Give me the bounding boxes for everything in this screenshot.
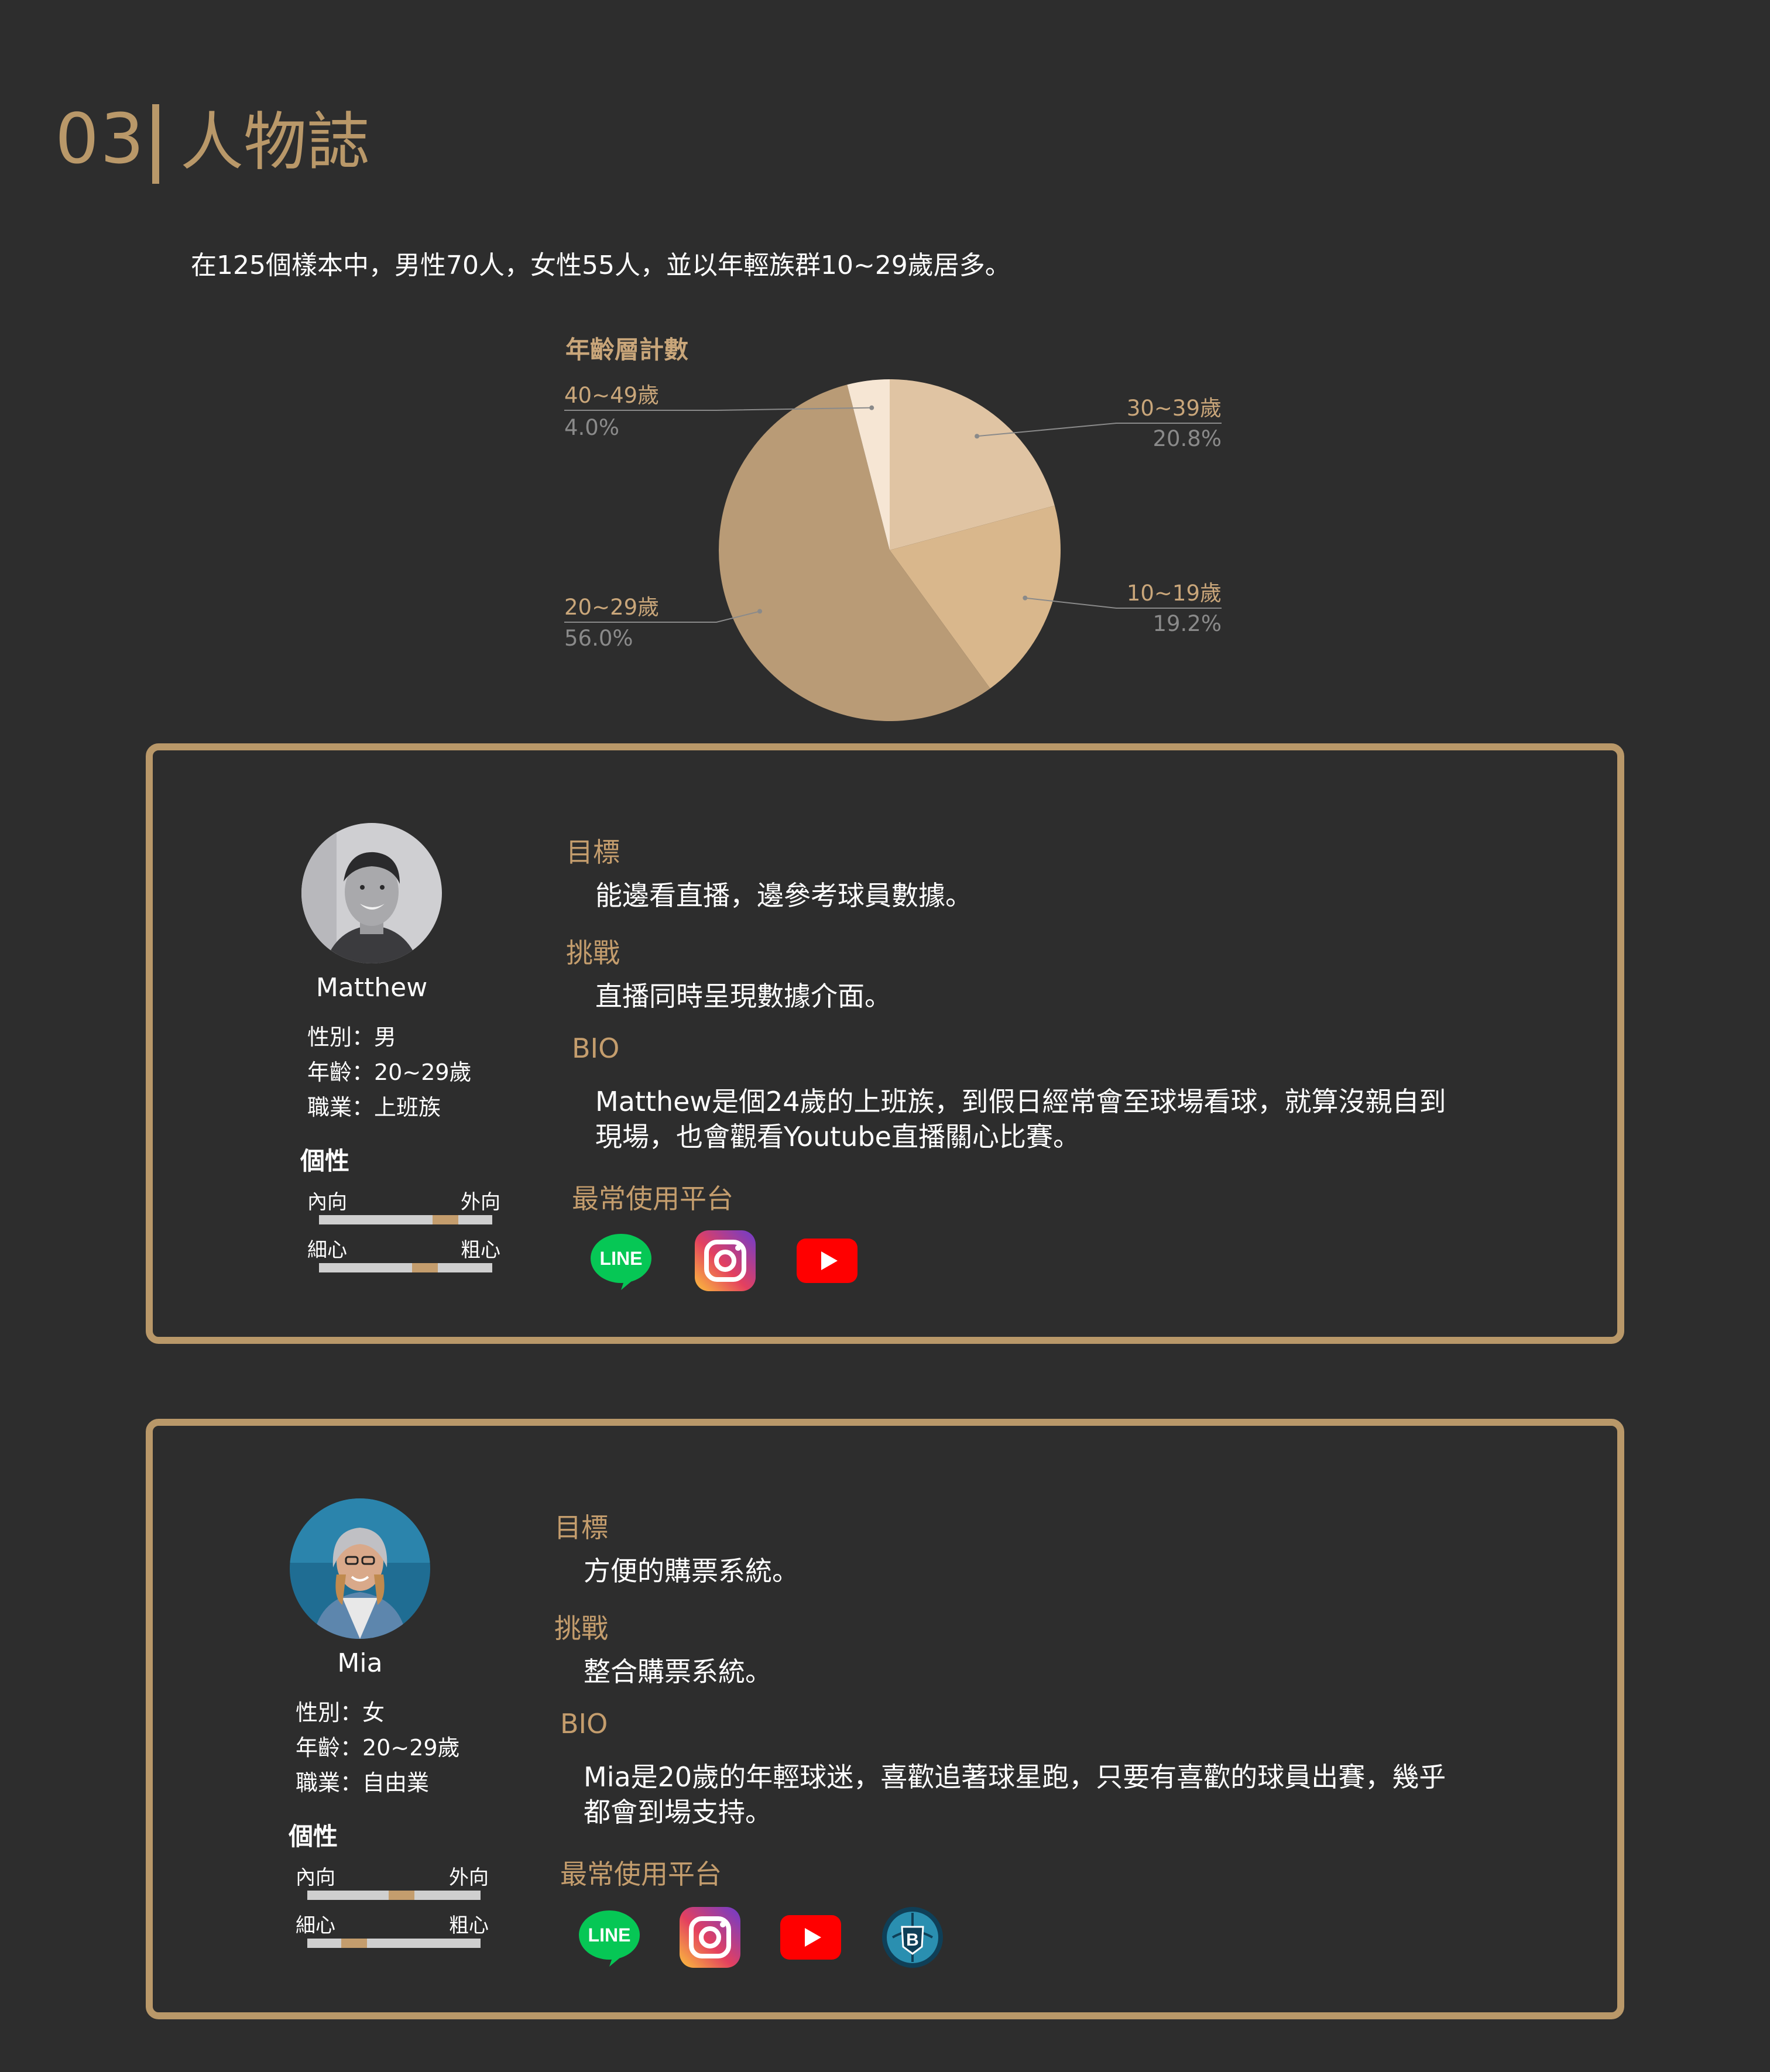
scale-marker <box>388 1891 414 1900</box>
slice-label-10-19: 10~19歲 <box>1127 581 1222 606</box>
scale-right-label: 粗心 <box>449 1914 489 1937</box>
line-icon[interactable]: LINE <box>578 1906 641 1969</box>
goal-heading: 目標 <box>554 1512 608 1543</box>
scale-track <box>307 1891 481 1900</box>
persona-card-matthew: Matthew 性別：男 年齡：20~29歲 職業：上班族 個性 內向 外向 細… <box>146 743 1624 1344</box>
bio-line-1: Matthew是個24歲的上班族，到假日經常會至球場看球，就算沒親自到 <box>595 1086 1446 1117</box>
leader-dot-40~49歲 <box>869 405 874 410</box>
persona-name: Mia <box>337 1648 383 1678</box>
challenge-heading: 挑戰 <box>554 1613 608 1644</box>
persona-age: 年齡：20~29歲 <box>307 1059 472 1085</box>
goal-heading: 目標 <box>566 836 620 868</box>
platform-heading: 最常使用平台 <box>560 1858 722 1890</box>
header-divider <box>152 104 159 184</box>
personality-title: 個性 <box>289 1822 338 1851</box>
challenge-text: 直播同時呈現數據介面。 <box>595 980 891 1012</box>
scale-right-label: 外向 <box>461 1191 500 1214</box>
slice-label-40-49: 40~49歲 <box>564 383 659 408</box>
introvert-extrovert-scale: 內向 外向 <box>307 1186 500 1227</box>
avatar <box>290 1498 430 1639</box>
chart-title: 年齡層計數 <box>565 335 688 364</box>
personality-title: 個性 <box>300 1147 350 1175</box>
leader-dot-30~39歲 <box>975 434 980 439</box>
line-icon[interactable]: LINE <box>589 1229 653 1292</box>
slice-label-20-29: 20~29歲 <box>564 595 659 620</box>
slice-pct-10-19: 19.2% <box>1152 611 1222 636</box>
challenge-heading: 挑戰 <box>566 937 620 969</box>
leader-dot-20~29歲 <box>757 609 763 614</box>
introvert-extrovert-scale: 內向 外向 <box>296 1861 489 1902</box>
youtube-icon[interactable] <box>779 1906 842 1969</box>
instagram-icon[interactable] <box>678 1906 742 1969</box>
slice-pct-40-49: 4.0% <box>564 415 619 440</box>
slice-pct-30-39: 20.8% <box>1152 426 1222 451</box>
scale-marker <box>341 1939 367 1948</box>
scale-track <box>319 1263 492 1272</box>
svg-text:LINE: LINE <box>588 1925 631 1946</box>
pie-slices <box>719 379 1061 721</box>
persona-gender: 性別：女 <box>296 1700 385 1725</box>
bio-line-2: 現場，也會觀看Youtube直播關心比賽。 <box>595 1121 1080 1152</box>
bio-heading: BIO <box>560 1708 608 1740</box>
bio-heading: BIO <box>572 1032 620 1064</box>
scale-track <box>307 1939 481 1948</box>
instagram-icon[interactable] <box>694 1229 757 1292</box>
scale-left-label: 細心 <box>307 1239 347 1262</box>
careful-careless-scale: 細心 粗心 <box>307 1234 500 1275</box>
platform-heading: 最常使用平台 <box>572 1183 733 1215</box>
persona-name: Matthew <box>315 973 428 1003</box>
persona-job: 職業：自由業 <box>296 1770 430 1796</box>
scale-left-label: 內向 <box>296 1866 335 1889</box>
bio-line-1: Mia是20歲的年輕球迷，喜歡追著球星跑，只要有喜歡的球員出賽，幾乎 <box>584 1761 1446 1793</box>
leader-dot-10~19歲 <box>1023 595 1028 601</box>
scale-right-label: 外向 <box>449 1866 489 1889</box>
goal-text: 能邊看直播，邊參考球員數據。 <box>595 880 972 911</box>
persona-card-mia: Mia 性別：女 年齡：20~29歲 職業：自由業 個性 內向 外向 細心 粗心… <box>146 1419 1624 2019</box>
section-number: 03 <box>55 98 146 179</box>
slice-label-30-39: 30~39歲 <box>1127 396 1222 421</box>
persona-job: 職業：上班族 <box>307 1095 441 1120</box>
avatar <box>301 823 442 963</box>
scale-marker <box>433 1215 459 1224</box>
careful-careless-scale: 細心 粗心 <box>296 1909 489 1950</box>
page-title: 人物誌 <box>180 106 371 179</box>
scale-track <box>319 1215 492 1224</box>
scale-right-label: 粗心 <box>461 1239 500 1262</box>
challenge-text: 整合購票系統。 <box>584 1656 772 1687</box>
age-pie-chart: 年齡層計數 40~49歲 4.0% 30~39歲 20.8% 10~19歲 19… <box>564 335 1222 721</box>
youtube-icon[interactable] <box>795 1229 859 1292</box>
scale-left-label: 內向 <box>307 1191 347 1214</box>
goal-text: 方便的購票系統。 <box>584 1555 799 1587</box>
team-app-icon[interactable]: B <box>881 1906 944 1969</box>
intro-text: 在125個樣本中，男性70人，女性55人，並以年輕族群10~29歲居多。 <box>191 251 1011 280</box>
svg-text:B: B <box>906 1930 919 1950</box>
svg-text:LINE: LINE <box>600 1248 643 1269</box>
persona-gender: 性別：男 <box>307 1024 397 1050</box>
bio-line-2: 都會到場支持。 <box>584 1796 772 1828</box>
slice-pct-20-29: 56.0% <box>564 626 633 651</box>
scale-marker <box>411 1263 438 1272</box>
persona-age: 年齡：20~29歲 <box>296 1735 460 1761</box>
scale-left-label: 細心 <box>296 1914 335 1937</box>
